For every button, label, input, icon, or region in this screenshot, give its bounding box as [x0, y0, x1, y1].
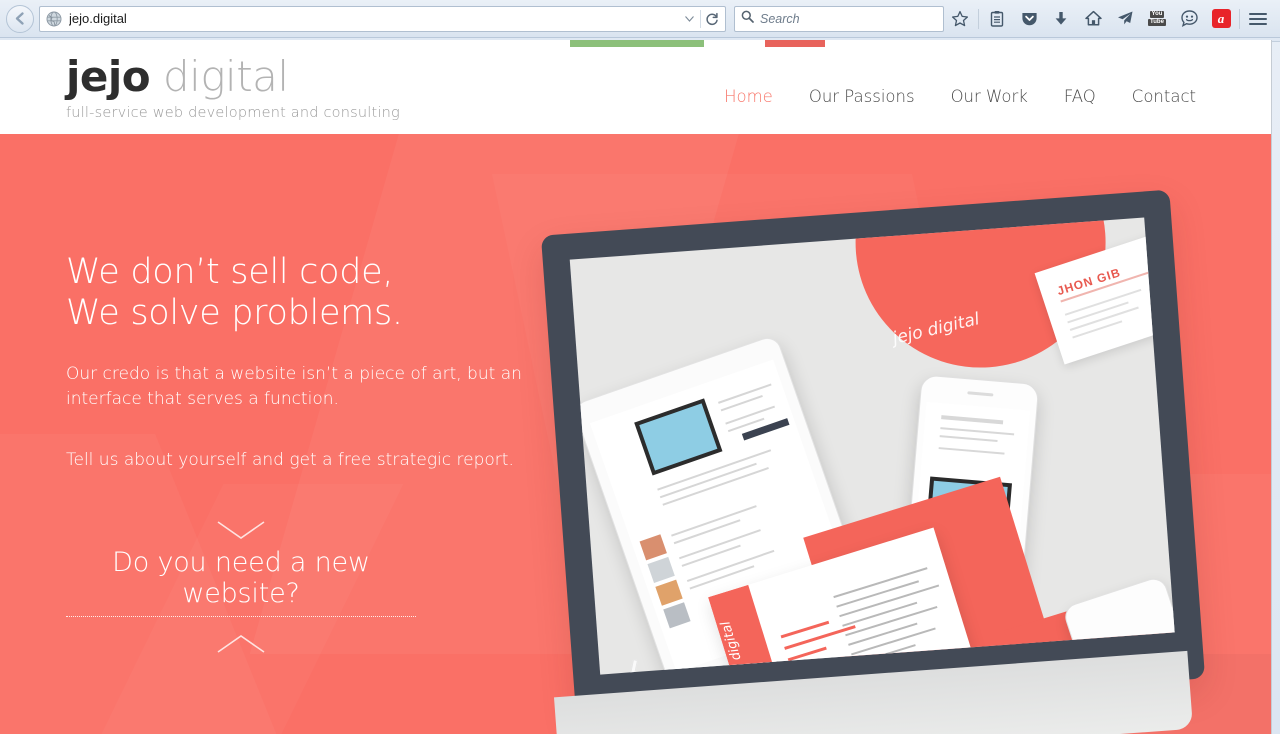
chevron-down-icon[interactable]	[214, 517, 268, 543]
nav-item-faq[interactable]: FAQ	[1046, 87, 1114, 106]
hero-paragraph-2: Tell us about yourself and get a free st…	[66, 450, 514, 470]
telegram-icon[interactable]	[1109, 4, 1141, 34]
search-icon	[741, 10, 754, 28]
main-navigation: Home Our Passions Our Work FAQ Contact	[706, 87, 1214, 106]
hero-title-line-2: We solve problems.	[66, 293, 403, 333]
toolbar-divider	[978, 8, 979, 29]
nav-item-home[interactable]: Home	[706, 87, 791, 106]
logo-text: jejo digital	[66, 53, 400, 101]
hero-imac-mockup: jejo digital JHON GIB jejo digital	[540, 189, 1218, 734]
browser-navigation-toolbar: jejo.digital Search You Tube a	[0, 0, 1280, 38]
red-progress-bar	[765, 40, 825, 47]
imac-screen: jejo digital JHON GIB jejo digital	[569, 217, 1175, 675]
search-bar[interactable]: Search	[734, 5, 944, 32]
nav-item-our-passions[interactable]: Our Passions	[791, 87, 933, 106]
toolbar-divider-2	[1239, 8, 1240, 29]
menu-hamburger-icon[interactable]	[1242, 4, 1274, 34]
hero-copy: We don’t sell code, We solve problems. O…	[66, 252, 536, 657]
logo-light: digital	[163, 52, 289, 101]
imac-body: jejo digital JHON GIB jejo digital	[540, 189, 1206, 725]
address-bar-url: jejo.digital	[69, 11, 127, 26]
hero-title: We don’t sell code, We solve problems.	[66, 252, 536, 334]
reload-icon[interactable]	[701, 7, 723, 31]
page-viewport: jejo digital full-service web developmen…	[0, 40, 1272, 734]
back-button[interactable]	[6, 4, 34, 33]
hero-section: We don’t sell code, We solve problems. O…	[0, 134, 1271, 734]
scene-tablet-video	[634, 398, 723, 476]
logo-strong: jejo	[66, 52, 151, 101]
scene-phone-speaker	[967, 391, 994, 397]
nav-item-contact[interactable]: Contact	[1114, 87, 1214, 106]
browser-toolbar-icons: You Tube a	[944, 0, 1274, 38]
nav-item-our-work[interactable]: Our Work	[933, 87, 1046, 106]
reading-list-icon[interactable]	[981, 4, 1013, 34]
hero-cta-block[interactable]: Do you need a new website?	[66, 517, 416, 657]
green-progress-bar	[570, 40, 704, 47]
mockup-scene: jejo digital JHON GIB jejo digital	[570, 217, 1175, 675]
hero-title-line-1: We don’t sell code,	[66, 252, 394, 292]
downloads-icon[interactable]	[1045, 4, 1077, 34]
browser-window: jejo.digital Search You Tube a jejo digi…	[0, 0, 1280, 734]
scene-pencil	[615, 659, 638, 675]
site-tagline: full-service web development and consult…	[66, 105, 400, 121]
youtube-icon-bottom: Tube	[1148, 19, 1166, 26]
hero-paragraph-1: Our credo is that a website isn’t a piec…	[66, 364, 522, 409]
brand-logo[interactable]: jejo digital full-service web developmen…	[66, 53, 400, 122]
youtube-icon-top: You	[1149, 11, 1165, 18]
smiley-icon[interactable]	[1173, 4, 1205, 34]
search-input-placeholder[interactable]: Search	[760, 12, 800, 26]
bookmark-star-icon[interactable]	[944, 4, 976, 34]
site-header: jejo digital full-service web developmen…	[0, 47, 1271, 134]
chevron-up-icon[interactable]	[214, 631, 268, 657]
avira-icon-letter: a	[1211, 9, 1231, 28]
hero-cta-text[interactable]: Do you need a new website?	[66, 547, 416, 617]
address-bar[interactable]: jejo.digital	[39, 5, 726, 32]
youtube-icon[interactable]: You Tube	[1141, 4, 1173, 34]
address-dropdown-icon[interactable]	[678, 7, 700, 31]
avira-icon[interactable]: a	[1205, 4, 1237, 34]
page-favicon-icon	[46, 11, 62, 27]
pocket-icon[interactable]	[1013, 4, 1045, 34]
home-icon[interactable]	[1077, 4, 1109, 34]
